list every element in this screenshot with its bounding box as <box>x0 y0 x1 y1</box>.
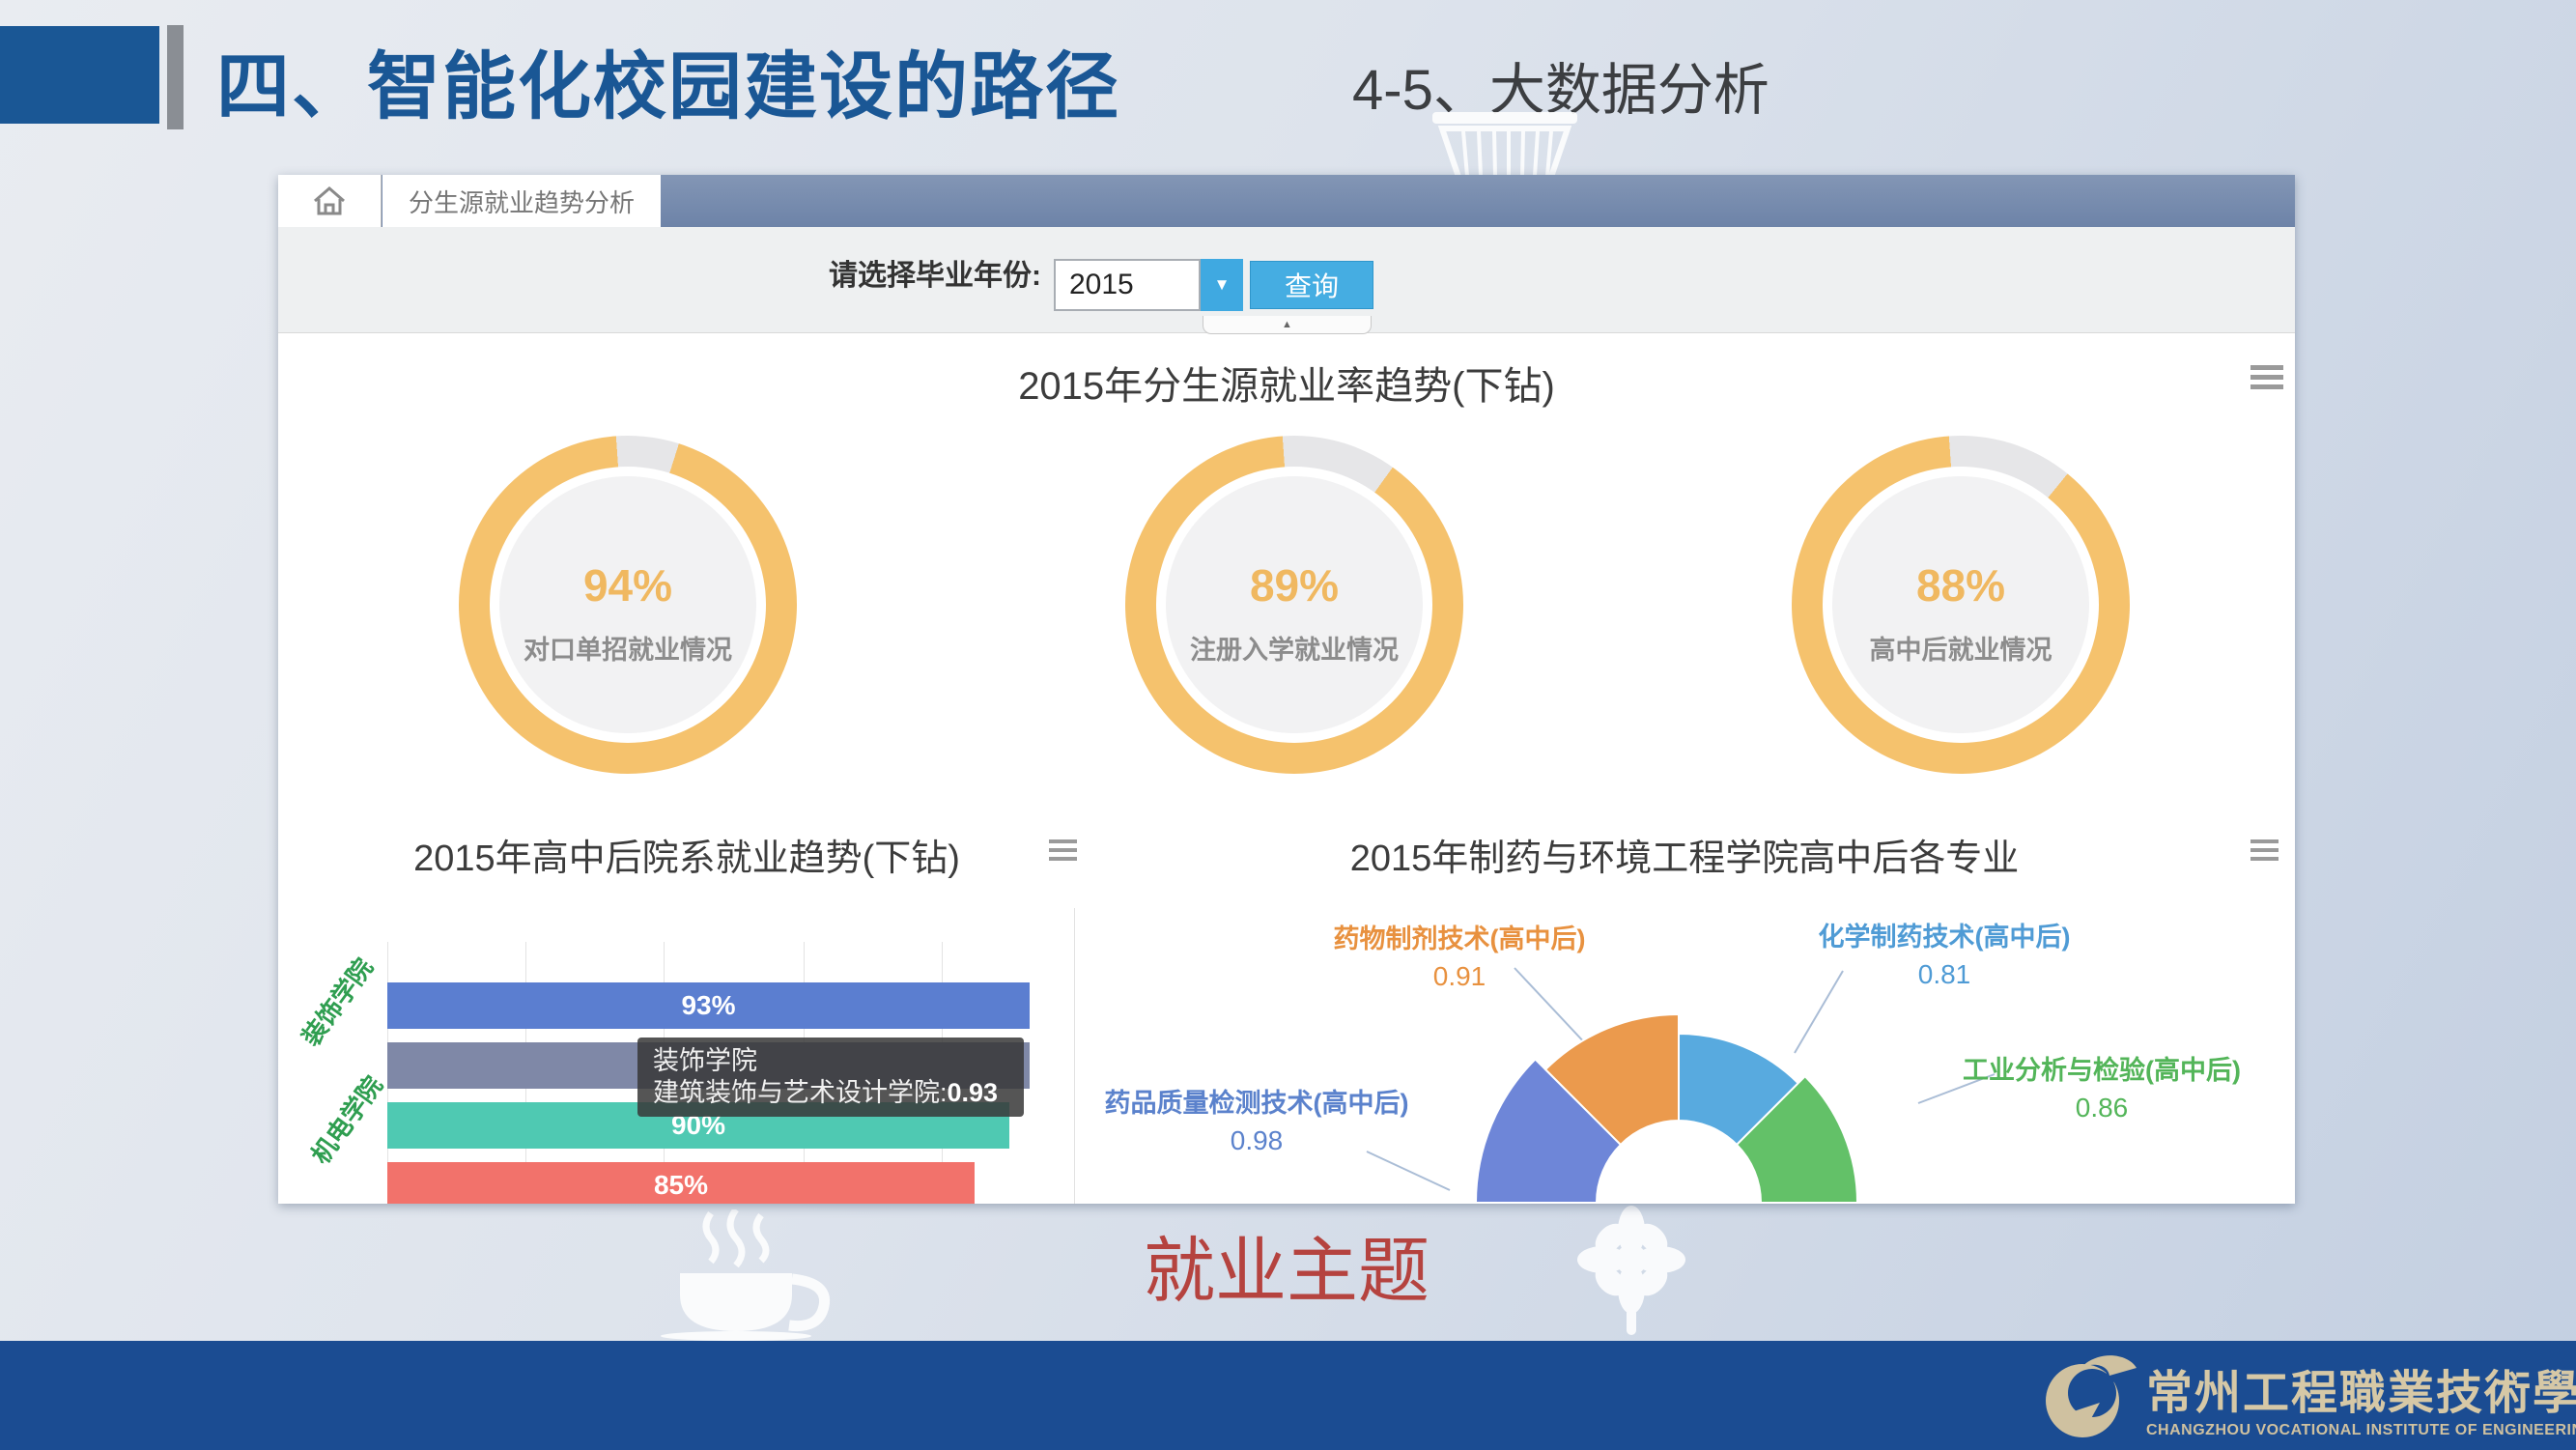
tooltip-value: 0.93 <box>948 1078 999 1107</box>
basket-watermark-icon <box>1431 112 1578 182</box>
pie-slice-value: 0.86 <box>1909 1093 2295 1123</box>
pie-annotation: 工业分析与检验(高中后) 0.86 <box>1909 1049 2295 1123</box>
bar-chart-menu-icon[interactable] <box>1049 839 1077 866</box>
pie-slice-label: 化学制药技术(高中后) <box>1751 916 2137 953</box>
slide: 四、智能化校园建设的路径 4-5、大数据分析 <box>0 0 2576 1450</box>
donut-label: 高中后就业情况 <box>1792 629 2130 667</box>
pie-slice-value: 0.81 <box>1751 959 2137 990</box>
footer-bar: 常州工程職業技術學院 CHANGZHOU VOCATIONAL INSTITUT… <box>0 1341 2576 1450</box>
pie-chart-panel: 药物制剂技术(高中后) 0.91 化学制药技术(高中后) 0.81 工业分析与检… <box>1074 908 2295 1204</box>
school-name-cn: 常州工程職業技術學院 <box>2146 1354 2562 1422</box>
pie-annotation: 药品质量检测技术(高中后) 0.98 <box>1074 1082 1450 1156</box>
bar-value[interactable]: 85% <box>387 1162 975 1204</box>
home-button[interactable] <box>278 175 382 227</box>
pie-annotation: 化学制药技术(高中后) 0.81 <box>1751 916 2137 990</box>
school-name-en: CHANGZHOU VOCATIONAL INSTITUTE OF ENGINE… <box>2146 1422 2571 1439</box>
donut-gauge[interactable]: 89% 注册入学就业情况 <box>1125 436 1463 774</box>
tooltip-line1: 装饰学院 <box>653 1045 1008 1077</box>
pie-slice-value: 0.98 <box>1074 1125 1450 1156</box>
header-accent-bar <box>167 25 184 129</box>
pie-slice-value: 0.91 <box>1266 961 1653 992</box>
main-chart-title: 2015年分生源就业率趋势(下钻) <box>278 355 2295 411</box>
bar-chart-tooltip: 装饰学院 建筑装饰与艺术设计学院:0.93 <box>637 1038 1024 1117</box>
donut-gauge[interactable]: 94% 对口单招就业情况 <box>459 436 797 774</box>
bar-chart-panel: 装饰学院 机电学院 93% 90% 85% 装饰学院 建筑装饰与艺术设计学院:0… <box>278 908 1074 1204</box>
collapse-handle[interactable]: ▲ <box>1203 316 1372 334</box>
header-accent-square <box>0 26 159 124</box>
donut-percent: 94% <box>459 559 797 611</box>
bar-chart-title: 2015年高中后院系就业趋势(下钻) <box>278 828 1095 881</box>
bar-axis-label: 机电学院 <box>301 1068 389 1171</box>
donut-gauge[interactable]: 88% 高中后就业情况 <box>1792 436 2130 774</box>
pie-chart-menu-icon[interactable] <box>2250 839 2279 866</box>
bi-dashboard: 分生源就业趋势分析 请选择毕业年份: 2015 ▼ 查询 ▲ 2015年分生源就… <box>278 175 2295 1204</box>
year-select-label: 请选择毕业年份: <box>703 250 1041 302</box>
tooltip-line2: 建筑装饰与艺术设计学院:0.93 <box>653 1077 1008 1109</box>
pie-annotation: 药物制剂技术(高中后) 0.91 <box>1266 918 1653 992</box>
slide-title: 四、智能化校园建设的路径 <box>216 27 1120 133</box>
query-button[interactable]: 查询 <box>1250 261 1373 309</box>
pie-slice-label: 药品质量检测技术(高中后) <box>1074 1082 1450 1120</box>
bar-value-label: 85% <box>654 1170 708 1201</box>
year-select[interactable]: 2015 <box>1054 259 1201 311</box>
donut-label: 对口单招就业情况 <box>459 629 797 667</box>
pie-chart-title: 2015年制药与环境工程学院高中后各专业 <box>1074 828 2295 881</box>
donut-percent: 88% <box>1792 559 2130 611</box>
donut-label: 注册入学就业情况 <box>1125 629 1463 667</box>
dashboard-tab-bar: 分生源就业趋势分析 <box>278 175 2295 227</box>
year-select-arrow-icon[interactable]: ▼ <box>1201 259 1243 311</box>
donut-percent: 89% <box>1125 559 1463 611</box>
pie-slice-label: 工业分析与检验(高中后) <box>1909 1049 2295 1087</box>
main-chart-menu-icon[interactable] <box>2250 365 2283 394</box>
coffee-cup-watermark-icon <box>630 1209 860 1341</box>
theme-caption: 就业主题 <box>997 1213 1576 1317</box>
bar-value[interactable]: 93% <box>387 982 1030 1029</box>
bar-axis-label: 装饰学院 <box>292 951 380 1053</box>
bar-value-label: 93% <box>681 990 735 1021</box>
flower-watermark-icon <box>1572 1204 1690 1335</box>
school-logo-icon <box>2032 1347 2140 1443</box>
pie-slice-label: 药物制剂技术(高中后) <box>1266 918 1653 955</box>
home-icon <box>310 184 349 218</box>
tab-employment-trend[interactable]: 分生源就业趋势分析 <box>382 175 661 227</box>
